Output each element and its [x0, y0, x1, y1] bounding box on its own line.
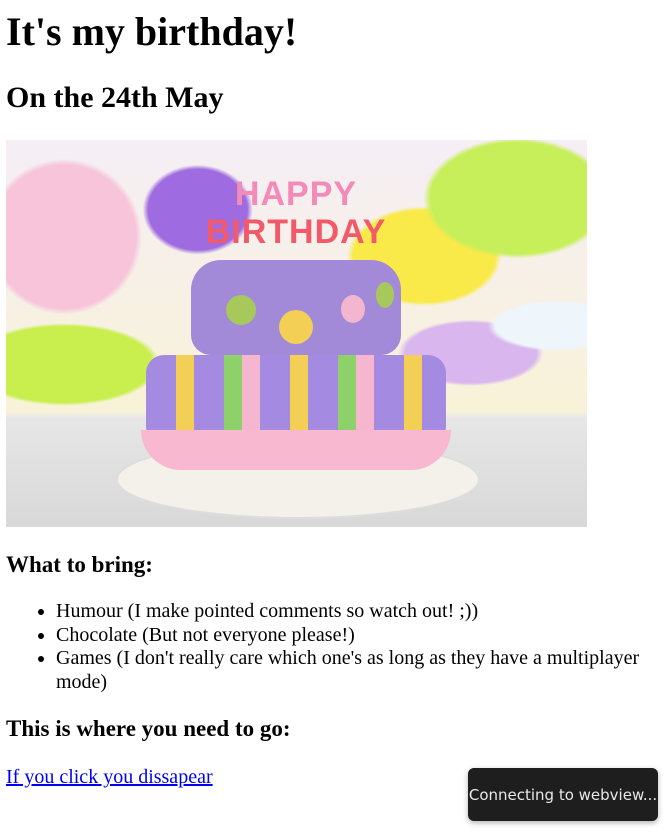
location-link[interactable]: If you click you dissapear [6, 766, 213, 789]
bring-heading: What to bring: [6, 552, 153, 577]
cake-ribbon [141, 430, 451, 470]
cake-candle-letters: HAPPY BIRTHDAY [201, 175, 391, 251]
page-subtitle: On the 24th May [6, 81, 224, 114]
page-title: It's my birthday! [6, 9, 298, 54]
location-heading: This is where you need to go: [6, 716, 291, 741]
list-item: Games (I don't really care which one's a… [56, 647, 656, 694]
birthday-cake-image: HAPPY BIRTHDAY [6, 140, 587, 527]
cake-text-happy: HAPPY [234, 175, 358, 213]
list-item: Humour (I make pointed comments so watch… [56, 600, 656, 624]
list-item: Chocolate (But not everyone please!) [56, 624, 656, 648]
connecting-toast: Connecting to webview... [468, 768, 658, 821]
cake-top-tier [191, 260, 401, 355]
bring-list: Humour (I make pointed comments so watch… [0, 600, 656, 694]
cake-text-birthday: BIRTHDAY [205, 213, 387, 251]
